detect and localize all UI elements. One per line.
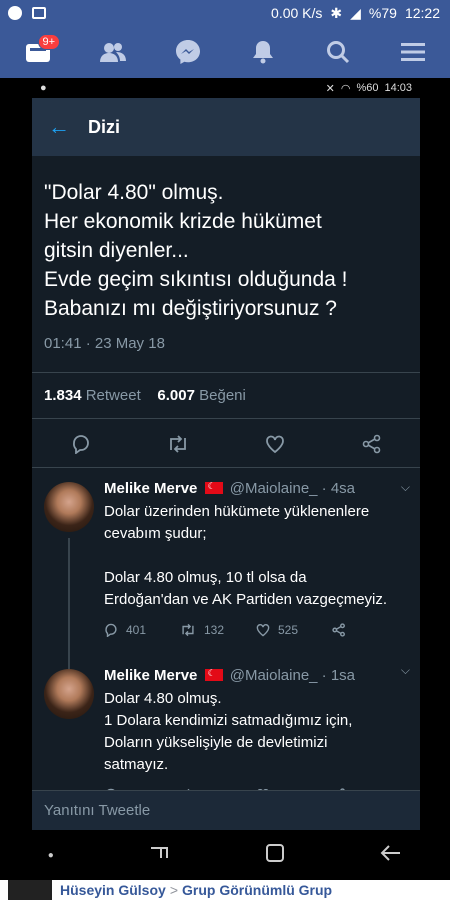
back-icon[interactable] (380, 844, 402, 867)
spotify-icon (8, 6, 22, 20)
retweet-count: 132 (204, 623, 225, 637)
messenger-tab[interactable] (168, 32, 208, 72)
nav-dot-icon[interactable]: ● (48, 850, 54, 861)
breadcrumb-separator: > (169, 882, 178, 898)
recent-apps-icon[interactable] (149, 844, 169, 867)
like-heart-icon (256, 624, 270, 637)
net-speed: 0.00 K/s (271, 5, 323, 21)
home-icon[interactable] (265, 843, 285, 868)
like-button[interactable]: 525 (256, 623, 332, 637)
retweet-icon[interactable] (167, 433, 189, 455)
share-icon (332, 623, 345, 637)
bluetooth-icon: ✱ (330, 4, 343, 21)
reply-tweet[interactable]: ⌵ Melike Merve @Maiolaine_ · 4sa Dolar ü… (32, 468, 420, 698)
reply-button[interactable]: 401 (104, 623, 180, 637)
header-title: Dizi (88, 116, 121, 137)
reply-text: Dolar üzerinden hükümete yüklenenlere ce… (104, 503, 388, 608)
author-handle: @Maiolaine_ · 4sa (229, 480, 356, 497)
reply-icon (105, 623, 117, 637)
facebook-nav-bar: 9+ (0, 26, 450, 78)
tweet-text: "Dolar 4.80" olmuş. Her ekonomik krizde … (44, 181, 348, 320)
reply-author: Melike Merve @Maiolaine_ · 1sa (104, 667, 408, 684)
avatar[interactable] (44, 482, 94, 532)
reply-icon[interactable] (70, 433, 92, 455)
avatar[interactable] (44, 669, 94, 719)
menu-tab[interactable] (393, 32, 433, 72)
like-label: Beğeni (199, 387, 246, 404)
clock: 12:22 (404, 5, 440, 21)
like-heart-icon[interactable] (264, 433, 286, 455)
turkish-flag-icon (204, 668, 223, 681)
profile-thumbnail[interactable] (8, 880, 52, 900)
turkish-flag-icon (204, 481, 223, 494)
chevron-down-icon[interactable]: ⌵ (401, 480, 410, 495)
battery-level: %79 (368, 5, 397, 21)
spotify-icon: ● (40, 82, 47, 94)
post-author-strip: Hüseyin Gülsoy > Grup Görünümlü Grup (0, 880, 450, 900)
chevron-down-icon[interactable]: ⌵ (401, 663, 410, 678)
retweet-button[interactable]: 132 (180, 623, 256, 637)
inner-status-bar: ● ✕ ◠ %60 14:03 (32, 78, 420, 98)
friends-tab[interactable] (93, 32, 133, 72)
reply-input[interactable]: Yanıtını Tweetle (32, 790, 420, 830)
retweet-icon (182, 623, 194, 637)
reply-text: Dolar 4.80 olmuş. 1 Dolara kendimizi sat… (104, 690, 353, 773)
gallery-icon (32, 7, 46, 19)
back-arrow-icon[interactable]: ← (48, 114, 88, 140)
reply-placeholder: Yanıtını Tweetle (44, 802, 151, 819)
reply-count: 401 (126, 623, 147, 637)
signal-icon: ◢ (350, 4, 361, 21)
reply-author: Melike Merve @Maiolaine_ · 4sa (104, 480, 408, 497)
reply-actions: 401 132 525 (104, 623, 408, 651)
main-tweet: "Dolar 4.80" olmuş. Her ekonomik krizde … (32, 156, 420, 352)
hamburger-menu-icon (400, 43, 425, 61)
group-name[interactable]: Grup Görünümlü Grup (182, 882, 332, 898)
search-tab[interactable] (318, 32, 358, 72)
retweet-label: Retweet (85, 387, 141, 404)
messenger-icon (175, 40, 200, 64)
outer-status-bar: 0.00 K/s ✱ ◢ %79 12:22 (0, 0, 450, 26)
author-name[interactable]: Melike Merve (104, 667, 197, 684)
tweet-actions (32, 419, 420, 467)
mute-icon: ✕ (325, 82, 335, 95)
inner-clock: 14:03 (384, 82, 412, 94)
friends-icon (99, 43, 126, 62)
retweet-count[interactable]: 1.834 (44, 387, 82, 404)
android-nav-bar: ● (0, 830, 450, 880)
feed-tab[interactable]: 9+ (18, 32, 61, 72)
tweet-timestamp: 01:41 · 23 May 18 (44, 335, 165, 352)
notification-count-badge: 9+ (37, 34, 61, 50)
bell-icon (252, 41, 273, 64)
share-icon[interactable] (361, 433, 383, 455)
author-handle: @Maiolaine_ · 1sa (229, 667, 356, 684)
notifications-tab[interactable] (243, 32, 283, 72)
tweet-header: ← Dizi (32, 98, 420, 156)
poster-name[interactable]: Hüseyin Gülsoy (60, 882, 166, 898)
search-icon (326, 41, 349, 64)
share-button[interactable] (332, 623, 408, 637)
author-name[interactable]: Melike Merve (104, 480, 197, 497)
inner-battery-level: %60 (356, 82, 379, 94)
tweet-stats: 1.834 Retweet 6.007 Beğeni (32, 373, 420, 418)
like-count: 525 (278, 623, 299, 637)
twitter-screenshot: ● ✕ ◠ %60 14:03 ← Dizi "Dolar 4.80" olmu… (32, 78, 420, 830)
like-count[interactable]: 6.007 (157, 387, 195, 404)
wifi-icon: ◠ (340, 82, 351, 95)
